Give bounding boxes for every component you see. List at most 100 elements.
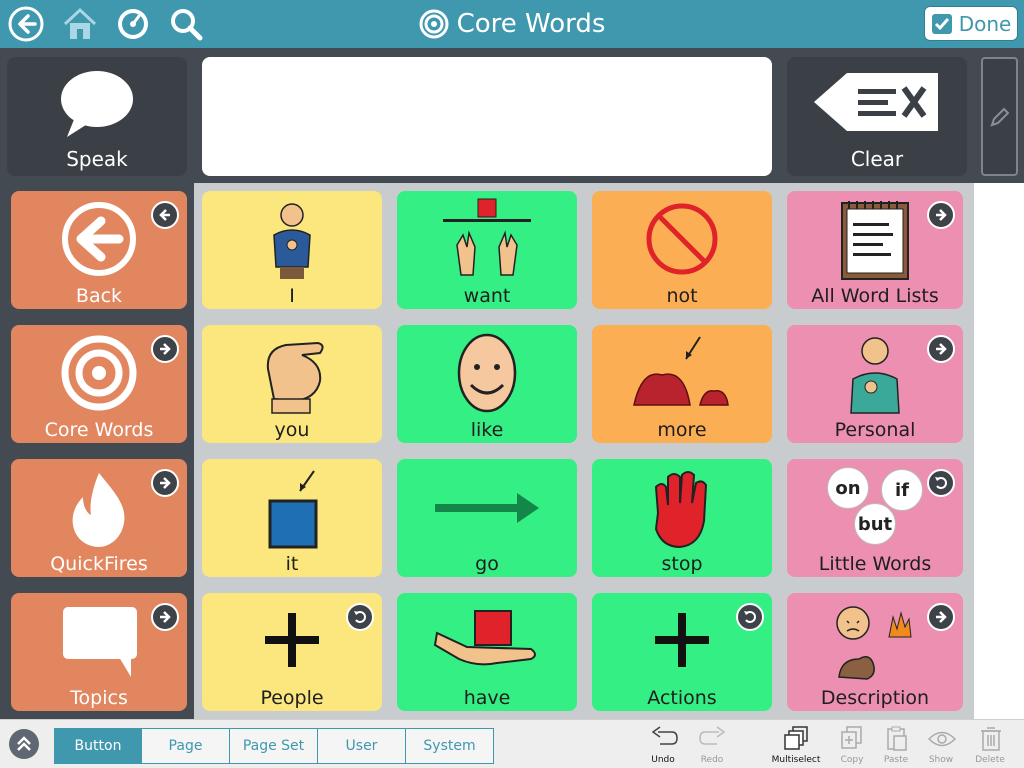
nav-label: Core Words [44, 419, 154, 441]
redo-icon [699, 726, 726, 745]
word-label: want [463, 285, 511, 307]
bubble-if: if [881, 469, 923, 511]
edit-mode-tabs: Button Page Page Set User System [54, 728, 494, 764]
clear-button[interactable]: Clear [787, 57, 967, 176]
word-label: have [463, 687, 511, 709]
word-label: I [289, 285, 295, 307]
delete-button[interactable]: Delete [963, 724, 1017, 766]
hand-holding-icon [433, 610, 536, 666]
arrow-right-badge-icon [927, 201, 955, 229]
person-pointing-self-icon [273, 203, 311, 279]
edit-pencil-button[interactable] [981, 57, 1018, 176]
tool-label: Undo [651, 755, 675, 765]
word-button-more[interactable]: more [592, 325, 772, 443]
word-label: Little Words [818, 553, 932, 575]
nav-label: Topics [70, 687, 128, 709]
undo-button[interactable]: Undo [636, 724, 690, 766]
nav-core-words-button[interactable]: Core Words [11, 325, 187, 443]
word-button-go[interactable]: go [397, 459, 577, 577]
folder-people[interactable]: People [202, 593, 382, 711]
title-bar: Core Words Done [0, 0, 1024, 48]
tab-page-set[interactable]: Page Set [230, 728, 318, 764]
multiselect-button[interactable]: Multiselect [769, 724, 823, 766]
return-badge-icon [346, 603, 374, 631]
double-chevron-up-icon [17, 736, 31, 751]
word-button-want[interactable]: want [397, 191, 577, 309]
word-label: All Word Lists [811, 285, 939, 307]
pointing-hand-icon [266, 341, 324, 414]
arrow-right-badge-icon [151, 335, 179, 363]
word-button-i[interactable]: I [202, 191, 382, 309]
tab-page[interactable]: Page [142, 728, 230, 764]
arrow-right-badge-icon [151, 603, 179, 631]
arrow-right-badge-icon [927, 335, 955, 363]
copy-icon [841, 726, 862, 749]
word-label: Description [820, 687, 930, 709]
stop-hand-icon [654, 471, 708, 549]
done-label: Done [958, 11, 1012, 36]
word-label: it [285, 553, 299, 575]
word-button-like[interactable]: like [397, 325, 577, 443]
nav-topics-button[interactable]: Topics [11, 593, 187, 711]
word-button-have[interactable]: have [397, 593, 577, 711]
return-badge-icon [927, 469, 955, 497]
folder-actions[interactable]: Actions [592, 593, 772, 711]
smiling-face-icon [457, 333, 517, 413]
page-title: Core Words [0, 0, 1024, 48]
arrow-right-badge-icon [927, 603, 955, 631]
speak-label: Speak [66, 147, 128, 171]
target-icon [419, 9, 449, 39]
word-button-stop[interactable]: stop [592, 459, 772, 577]
word-label: more [657, 419, 707, 441]
nav-quickfires-button[interactable]: QuickFires [11, 459, 187, 577]
show-button[interactable]: Show [914, 724, 968, 766]
bottom-toolbar: Button Page Page Set User System Undo Re… [0, 719, 1024, 768]
paste-clipboard-icon [887, 726, 907, 751]
word-label: Actions [647, 687, 717, 709]
eraser-clear-icon [814, 73, 938, 131]
tool-label: Multiselect [771, 755, 821, 765]
word-label: People [260, 687, 324, 709]
speak-button[interactable]: Speak [7, 57, 187, 176]
folder-all-word-lists[interactable]: All Word Lists [787, 191, 963, 309]
word-button-you[interactable]: you [202, 325, 382, 443]
eye-icon [928, 731, 956, 747]
undo-icon [651, 726, 678, 745]
nav-back-button[interactable]: Back [11, 191, 187, 309]
pile-more-icon [633, 336, 729, 406]
word-button-not[interactable]: not [592, 191, 772, 309]
tab-user[interactable]: User [318, 728, 406, 764]
word-label: not [666, 285, 698, 307]
message-bar[interactable] [202, 57, 772, 176]
word-label: you [274, 419, 310, 441]
multiselect-icon [784, 726, 808, 750]
word-label: Personal [834, 419, 916, 441]
hands-reaching-icon [443, 198, 531, 276]
folder-personal[interactable]: Personal [787, 325, 963, 443]
word-label: go [475, 553, 499, 575]
word-label: stop [661, 553, 703, 575]
bubble-but: but [854, 503, 896, 545]
expand-up-button[interactable] [9, 729, 39, 759]
arrow-right-badge-icon [151, 469, 179, 497]
speech-bubble-icon [61, 71, 133, 137]
checkmark-icon [931, 13, 952, 34]
folder-little-words[interactable]: on if but Little Words [787, 459, 963, 577]
word-label: like [470, 419, 504, 441]
return-badge-icon [736, 603, 764, 631]
grid-margin [974, 183, 1024, 719]
right-arrow-icon [435, 493, 539, 523]
page-title-text: Core Words [456, 9, 606, 39]
tab-button[interactable]: Button [54, 728, 142, 764]
tab-system[interactable]: System [406, 728, 494, 764]
arrow-left-badge-icon [151, 201, 179, 229]
redo-button[interactable]: Redo [685, 724, 739, 766]
tool-label: Show [928, 755, 954, 765]
trash-icon [981, 727, 1001, 751]
bubble-on: on [827, 467, 869, 509]
done-button[interactable]: Done [924, 6, 1018, 41]
nav-label: Back [75, 285, 123, 307]
word-button-it[interactable]: it [202, 459, 382, 577]
folder-description[interactable]: Description [787, 593, 963, 711]
tool-label: Delete [975, 755, 1005, 765]
